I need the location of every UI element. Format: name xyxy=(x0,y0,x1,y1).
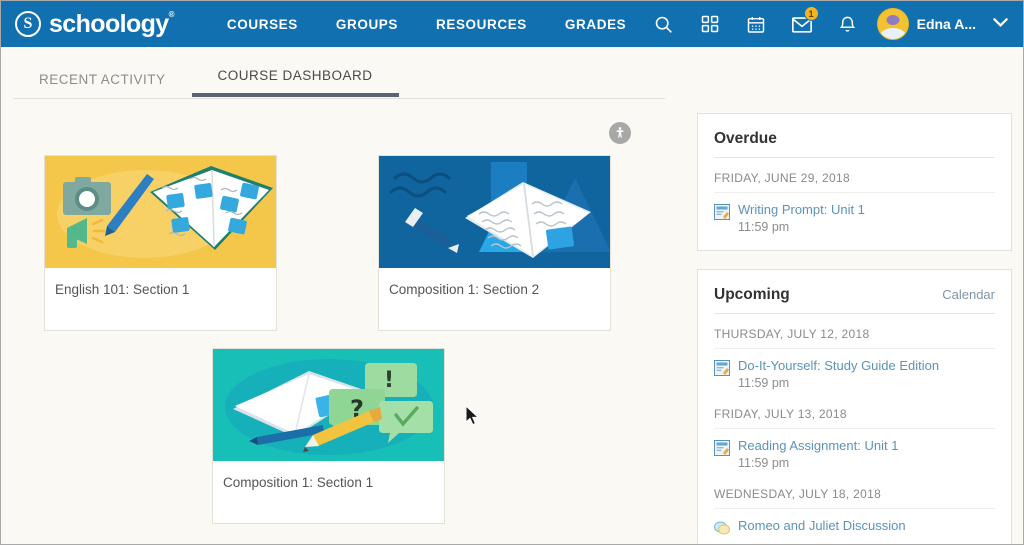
upcoming-panel-header: Upcoming Calendar xyxy=(714,270,995,314)
overdue-event-time: 11:59 pm xyxy=(738,220,790,234)
upcoming-event-body: Romeo and Juliet Discussion xyxy=(738,518,906,536)
course-illustration-composition-1: ! ? xyxy=(213,349,444,461)
overdue-panel-header: Overdue xyxy=(714,114,995,158)
upcoming-event-body: Reading Assignment: Unit 1 11:59 pm xyxy=(738,438,898,470)
avatar[interactable] xyxy=(876,8,909,40)
messages-unread-badge: 1 xyxy=(803,6,819,21)
course-illustration-english-101 xyxy=(57,166,273,258)
upcoming-date-heading: WEDNESDAY, JULY 18, 2018 xyxy=(714,474,995,509)
course-card-image xyxy=(379,156,610,268)
search-icon xyxy=(655,16,673,33)
course-card-title[interactable]: Composition 1: Section 2 xyxy=(379,268,610,330)
bell-icon xyxy=(839,16,856,32)
course-illustration-composition-2 xyxy=(379,156,610,268)
logo-wordmark: schoology® xyxy=(49,9,175,38)
upcoming-event-name[interactable]: Do-It-Yourself: Study Guide Edition xyxy=(738,358,939,373)
dashboard-tabs-bar: RECENT ACTIVITY COURSE DASHBOARD xyxy=(1,47,1023,99)
schoology-logo[interactable]: S schoology® xyxy=(15,9,175,39)
top-bar-actions: 1 Edna A... xyxy=(641,1,1017,47)
course-card-title[interactable]: Composition 1: Section 1 xyxy=(213,461,444,523)
overdue-event-body: Writing Prompt: Unit 1 11:59 pm xyxy=(738,202,865,234)
upcoming-event-body: Do-It-Yourself: Study Guide Edition 11:5… xyxy=(738,358,939,390)
tab-recent-activity[interactable]: RECENT ACTIVITY xyxy=(13,72,192,97)
course-card-composition-1-section-2[interactable]: Composition 1: Section 2 xyxy=(378,155,611,331)
course-card-composition-1-section-1[interactable]: ! ? Composition 1: Section 1 xyxy=(212,348,445,524)
tab-course-dashboard[interactable]: COURSE DASHBOARD xyxy=(191,68,399,97)
dashboard-tabs: RECENT ACTIVITY COURSE DASHBOARD xyxy=(13,59,399,97)
discussion-icon xyxy=(714,520,730,536)
messages-button[interactable]: 1 xyxy=(779,1,825,47)
upcoming-date-heading: FRIDAY, JULY 13, 2018 xyxy=(714,394,995,429)
logo-trademark: ® xyxy=(168,9,175,19)
upcoming-event: Romeo and Juliet Discussion xyxy=(714,509,995,540)
upcoming-event: Reading Assignment: Unit 1 11:59 pm xyxy=(714,429,995,474)
course-card-image: ! ? xyxy=(213,349,444,461)
logo-s-icon: S xyxy=(15,11,41,37)
chevron-down-icon xyxy=(992,17,1009,27)
top-navigation-bar: S schoology® COURSES GROUPS RESOURCES GR… xyxy=(1,1,1023,47)
accessibility-person-icon xyxy=(616,127,624,138)
upcoming-event-time: 11:59 pm xyxy=(738,456,790,470)
nav-item-groups[interactable]: GROUPS xyxy=(317,17,417,32)
calendar-link[interactable]: Calendar xyxy=(942,287,995,302)
upcoming-date-heading: THURSDAY, JULY 12, 2018 xyxy=(714,314,995,349)
assignment-icon xyxy=(714,360,730,376)
assignment-icon xyxy=(714,440,730,456)
course-card-english-101[interactable]: English 101: Section 1 xyxy=(44,155,277,331)
search-button[interactable] xyxy=(641,1,687,47)
schoology-app-window: S schoology® COURSES GROUPS RESOURCES GR… xyxy=(0,0,1024,545)
course-card-image xyxy=(45,156,276,268)
notifications-button[interactable] xyxy=(825,1,871,47)
user-menu-button[interactable] xyxy=(984,15,1017,33)
overdue-event-name[interactable]: Writing Prompt: Unit 1 xyxy=(738,202,865,217)
nav-item-grades[interactable]: GRADES xyxy=(546,17,645,32)
overdue-event: Writing Prompt: Unit 1 11:59 pm xyxy=(714,193,995,238)
course-card-title[interactable]: English 101: Section 1 xyxy=(45,268,276,330)
upcoming-event-name[interactable]: Romeo and Juliet Discussion xyxy=(738,518,906,533)
upcoming-title: Upcoming xyxy=(714,286,790,303)
dashboard-sidebar: Overdue FRIDAY, JUNE 29, 2018 Writing Pr… xyxy=(697,113,1012,544)
upcoming-panel: Upcoming Calendar THURSDAY, JULY 12, 201… xyxy=(697,269,1012,544)
overdue-panel: Overdue FRIDAY, JUNE 29, 2018 Writing Pr… xyxy=(697,113,1012,251)
nav-item-courses[interactable]: COURSES xyxy=(208,17,317,32)
svg-text:!: ! xyxy=(384,368,394,393)
upcoming-event-time: 11:59 pm xyxy=(738,376,790,390)
accessibility-button[interactable] xyxy=(609,122,631,144)
grid-apps-icon xyxy=(701,15,718,33)
apps-button[interactable] xyxy=(687,1,733,47)
calendar-button[interactable] xyxy=(733,1,779,47)
nav-item-resources[interactable]: RESOURCES xyxy=(417,17,546,32)
username-label[interactable]: Edna A... xyxy=(917,16,976,32)
assignment-icon xyxy=(714,204,730,220)
calendar-icon xyxy=(747,16,764,33)
main-nav: COURSES GROUPS RESOURCES GRADES xyxy=(208,17,645,32)
overdue-title: Overdue xyxy=(714,130,777,147)
overdue-date-heading: FRIDAY, JUNE 29, 2018 xyxy=(714,158,995,193)
course-dashboard-main: English 101: Section 1 Composition 1: Se… xyxy=(1,99,691,544)
upcoming-event-name[interactable]: Reading Assignment: Unit 1 xyxy=(738,438,898,453)
upcoming-event: Do-It-Yourself: Study Guide Edition 11:5… xyxy=(714,349,995,394)
